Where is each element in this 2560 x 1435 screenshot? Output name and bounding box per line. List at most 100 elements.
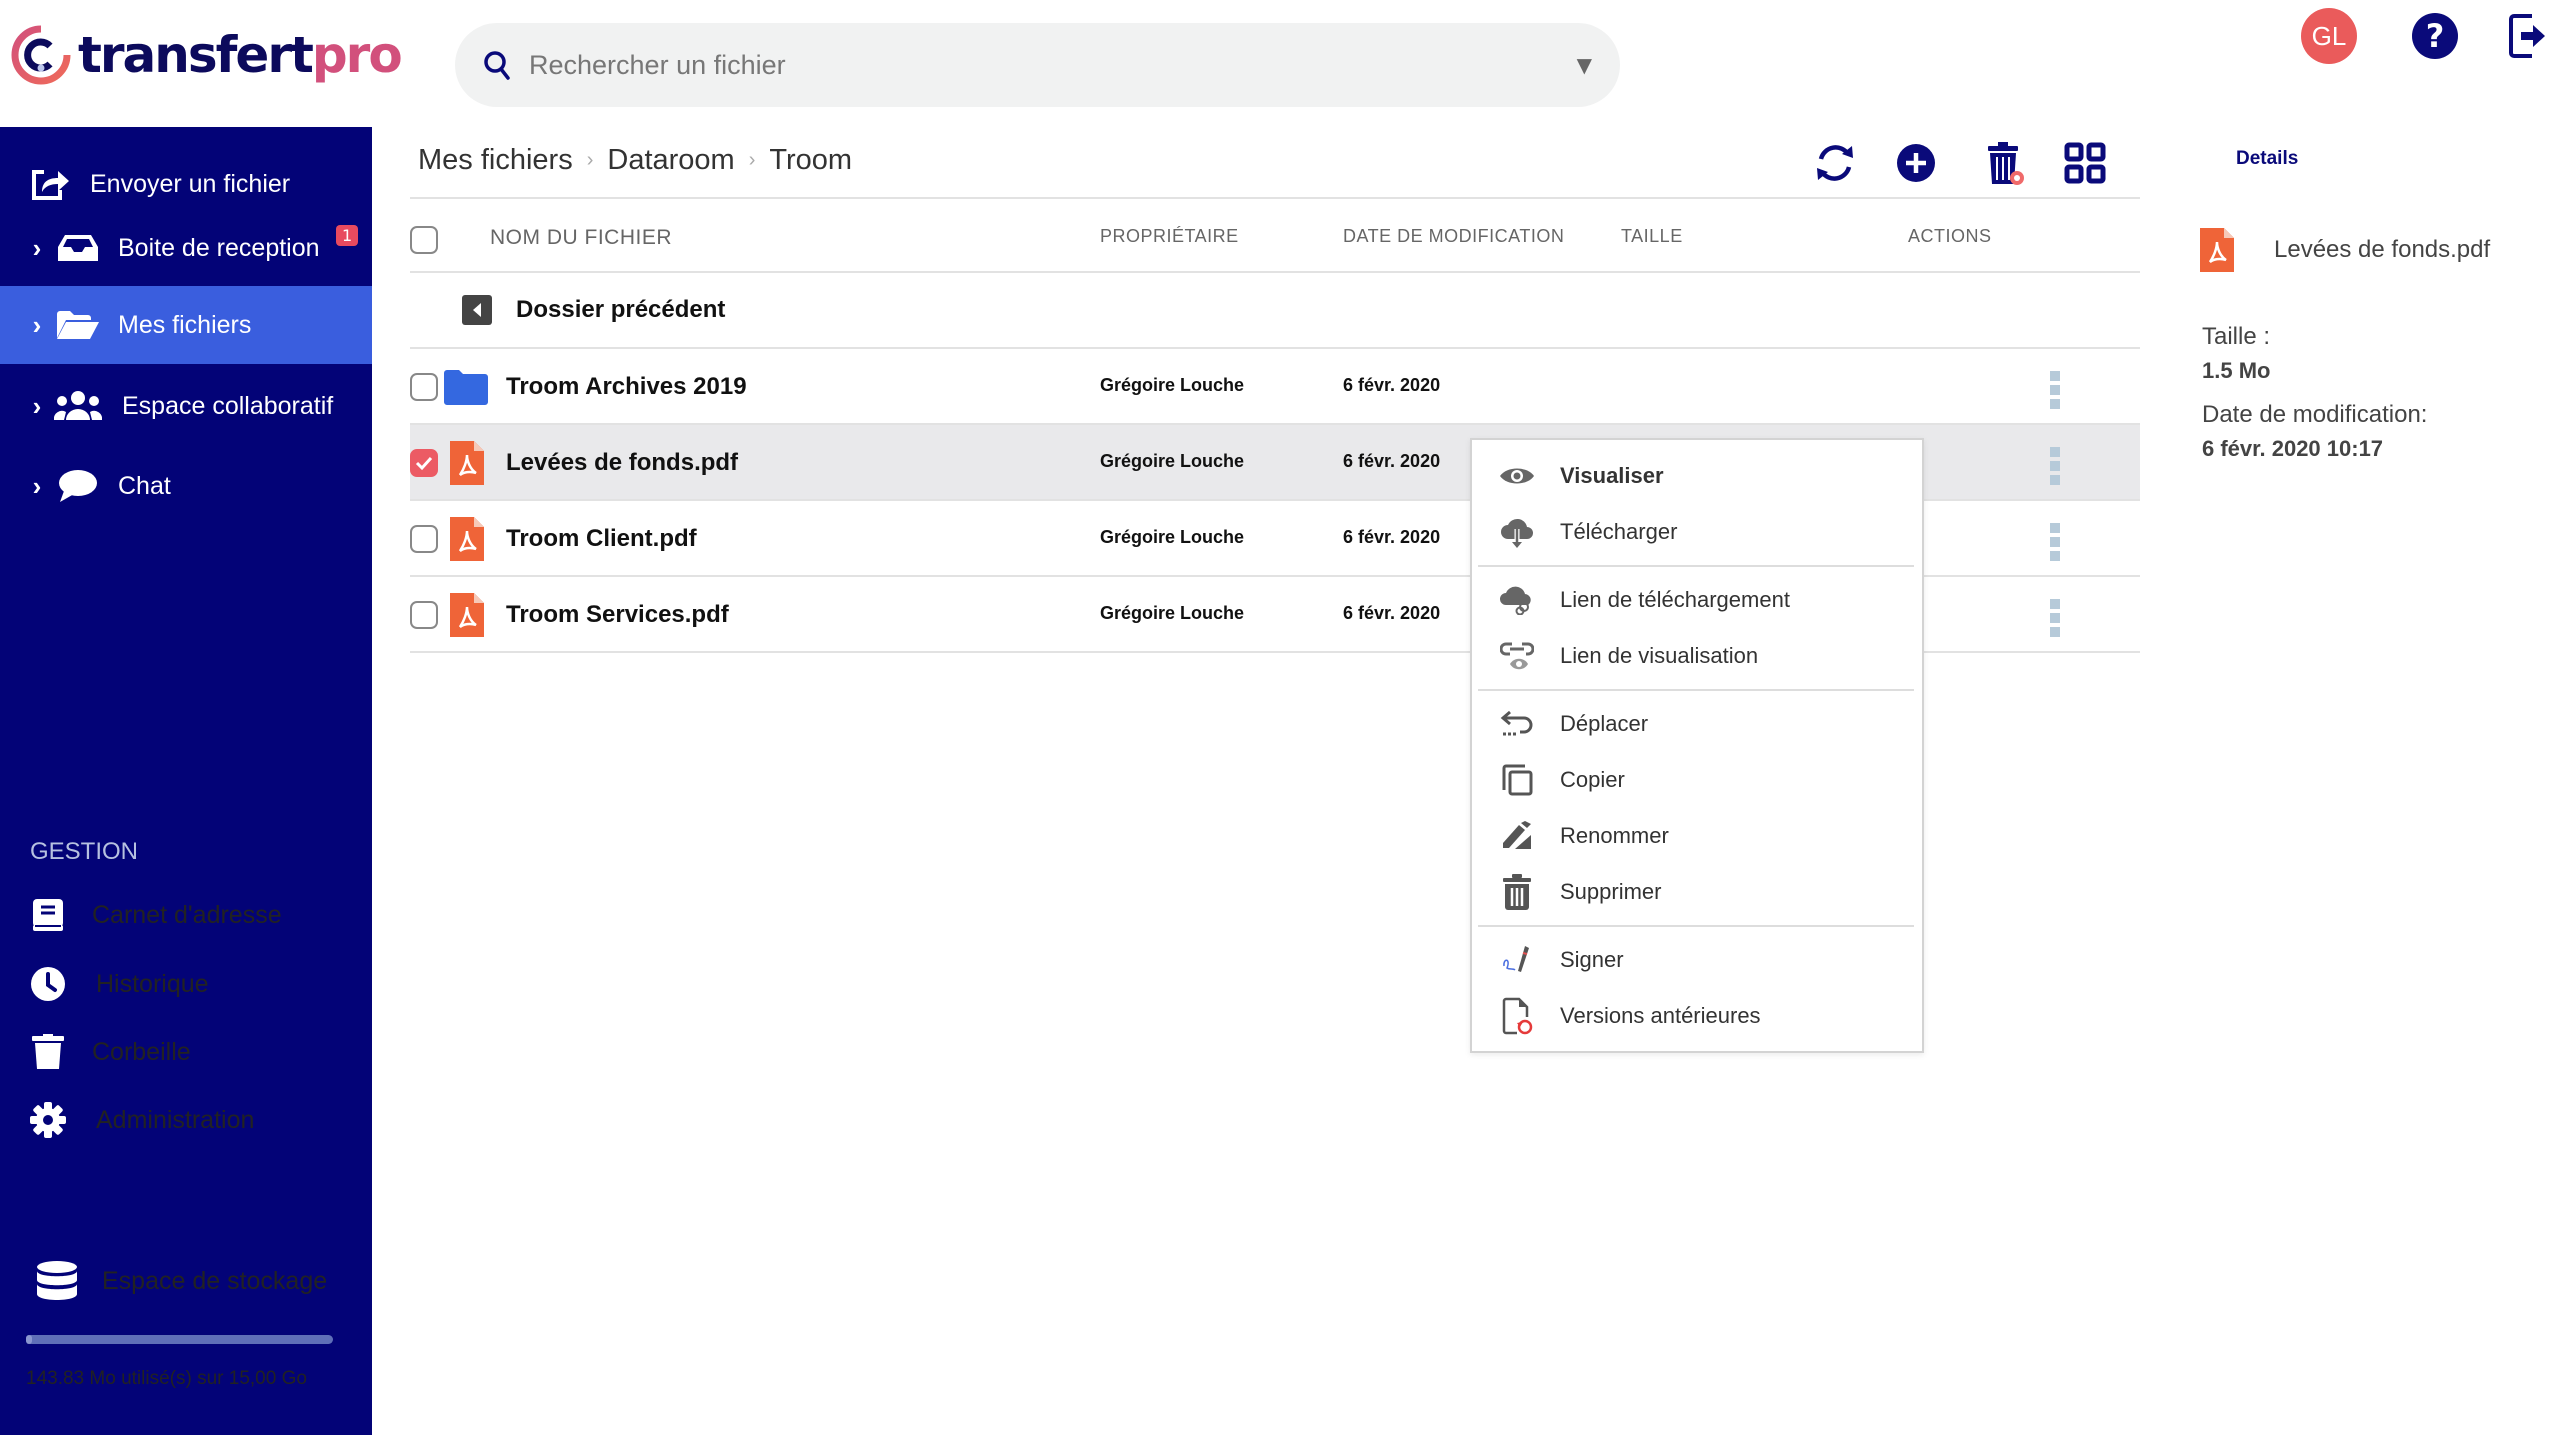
sidebar-item-history[interactable]: Historique: [28, 966, 209, 1002]
file-name[interactable]: Levées de fonds.pdf: [506, 449, 738, 477]
sidebar-item-chat[interactable]: › Chat: [0, 447, 372, 525]
menu-item-previous-versions[interactable]: Versions antérieures: [1472, 988, 1922, 1044]
details-file: Levées de fonds.pdf: [2200, 228, 2490, 272]
column-header-owner[interactable]: PROPRIÉTAIRE: [1100, 226, 1239, 247]
menu-divider: [1478, 565, 1914, 567]
menu-item-label: Signer: [1560, 947, 1624, 972]
menu-item-sign[interactable]: Signer: [1472, 932, 1922, 988]
sidebar-item-trash[interactable]: Corbeille: [28, 1034, 191, 1070]
table-row[interactable]: Troom Archives 2019 Grégoire Louche 6 févr…: [410, 349, 2140, 423]
sidebar-item-collaborative-space[interactable]: › Espace collaboratif: [0, 367, 372, 445]
add-icon[interactable]: [1893, 140, 1939, 186]
chevron-right-icon[interactable]: ›: [22, 471, 52, 502]
search-dropdown-caret-icon[interactable]: ▼: [1577, 53, 1592, 77]
details-size-label: Taille :: [2202, 323, 2271, 350]
menu-item-view-link[interactable]: Lien de visualisation: [1472, 628, 1922, 684]
more-actions-icon[interactable]: [2050, 599, 2060, 637]
breadcrumb-item[interactable]: Dataroom: [607, 144, 734, 177]
select-all-checkbox[interactable]: [410, 226, 438, 254]
menu-item-download[interactable]: Télécharger: [1472, 504, 1922, 560]
refresh-icon[interactable]: [1812, 140, 1858, 186]
menu-item-label: Lien de téléchargement: [1560, 587, 1790, 612]
gear-icon: [28, 1102, 68, 1138]
file-name[interactable]: Troom Archives 2019: [506, 373, 747, 401]
sidebar-item-address-book[interactable]: Carnet d'adresse: [28, 898, 282, 932]
checkmark-icon: [415, 456, 433, 471]
sidebar-item-label: Carnet d'adresse: [92, 900, 282, 929]
sidebar-item-administration[interactable]: Administration: [28, 1102, 254, 1138]
menu-item-rename[interactable]: Renommer: [1472, 808, 1922, 864]
sidebar-item-label: Administration: [96, 1105, 255, 1134]
menu-item-label: Versions antérieures: [1560, 1003, 1761, 1028]
back-folder-row[interactable]: Dossier précédent: [410, 273, 2140, 347]
storage-label: Espace de stockage: [102, 1266, 328, 1295]
column-header-date[interactable]: DATE DE MODIFICATION: [1343, 226, 1564, 247]
column-header-name[interactable]: NOM DU FICHIER: [490, 226, 672, 250]
more-actions-icon[interactable]: [2050, 447, 2060, 485]
trash-restore-icon[interactable]: [1982, 140, 2028, 186]
chevron-right-icon[interactable]: ›: [22, 233, 52, 264]
menu-item-delete[interactable]: Supprimer: [1472, 864, 1922, 920]
chevron-right-icon[interactable]: ›: [22, 310, 52, 341]
file-context-menu: Visualiser Télécharger Lien de télécharg…: [1470, 438, 1924, 1053]
breadcrumb: Mes fichiers › Dataroom › Troom: [418, 144, 852, 177]
details-date-value: 6 févr. 2020 10:17: [2202, 436, 2384, 461]
section-title-gestion: GESTION: [30, 838, 139, 865]
user-avatar[interactable]: GL: [2301, 8, 2357, 64]
folder-icon: [444, 369, 488, 409]
users-icon: [52, 390, 104, 422]
file-name[interactable]: Troom Services.pdf: [506, 601, 729, 629]
search-bar[interactable]: Rechercher un fichier ▼: [455, 23, 1620, 107]
share-icon: [24, 166, 76, 202]
column-header-actions: ACTIONS: [1908, 226, 1992, 246]
sign-icon: [1496, 944, 1538, 976]
link-eye-icon: [1496, 640, 1538, 672]
more-actions-icon[interactable]: [2050, 371, 2060, 409]
search-input[interactable]: Rechercher un fichier: [529, 50, 1577, 81]
sidebar-item-my-files[interactable]: › Mes fichiers: [0, 286, 372, 364]
breadcrumb-item[interactable]: Mes fichiers: [418, 144, 573, 177]
menu-item-move[interactable]: Déplacer: [1472, 696, 1922, 752]
menu-item-copy[interactable]: Copier: [1472, 752, 1922, 808]
inbox-count-badge: 1: [336, 225, 359, 246]
logout-icon[interactable]: [2508, 12, 2548, 60]
file-history-icon: [1496, 997, 1538, 1035]
menu-item-label: Lien de visualisation: [1560, 643, 1759, 668]
menu-divider: [1478, 925, 1914, 927]
eye-icon: [1496, 465, 1538, 487]
inbox-icon: [52, 233, 104, 263]
chevron-right-icon[interactable]: ›: [22, 391, 52, 422]
grid-view-icon[interactable]: [2062, 140, 2108, 186]
pdf-file-icon: [2200, 228, 2234, 272]
menu-item-download-link[interactable]: Lien de téléchargement: [1472, 572, 1922, 628]
storage-section: Espace de stockage: [36, 1260, 327, 1302]
file-modified-date: 6 févr. 2020: [1343, 451, 1441, 471]
file-owner: Grégoire Louche: [1100, 527, 1245, 547]
chat-icon: [52, 469, 104, 503]
folder-open-icon: [52, 310, 104, 340]
row-checkbox[interactable]: [410, 449, 438, 477]
more-actions-icon[interactable]: [2050, 523, 2060, 561]
sidebar-item-label: Envoyer un fichier: [90, 169, 291, 198]
details-size-value: 1.5 Mo: [2202, 358, 2271, 383]
pdf-file-icon: [450, 517, 484, 565]
menu-item-label: Copier: [1560, 767, 1625, 792]
menu-item-view[interactable]: Visualiser: [1472, 448, 1922, 504]
row-checkbox[interactable]: [410, 525, 438, 553]
sidebar-item-inbox[interactable]: › Boite de reception: [0, 209, 372, 287]
file-modified-date: 6 févr. 2020: [1343, 527, 1441, 547]
sidebar-item-label: Chat: [118, 471, 171, 500]
row-checkbox[interactable]: [410, 373, 438, 401]
logo-text: transfert: [78, 26, 314, 84]
sidebar-item-label: Historique: [96, 969, 209, 998]
menu-divider: [1478, 689, 1914, 691]
pdf-file-icon: [450, 593, 484, 641]
brand-logo[interactable]: transfertpro: [10, 22, 403, 88]
row-checkbox[interactable]: [410, 601, 438, 629]
breadcrumb-item-current: Troom: [769, 144, 853, 176]
help-icon[interactable]: ?: [2412, 13, 2458, 59]
file-name[interactable]: Troom Client.pdf: [506, 525, 697, 553]
column-header-size[interactable]: TAILLE: [1621, 226, 1683, 247]
menu-item-label: Télécharger: [1560, 519, 1678, 544]
breadcrumb-separator-icon: ›: [586, 149, 594, 171]
